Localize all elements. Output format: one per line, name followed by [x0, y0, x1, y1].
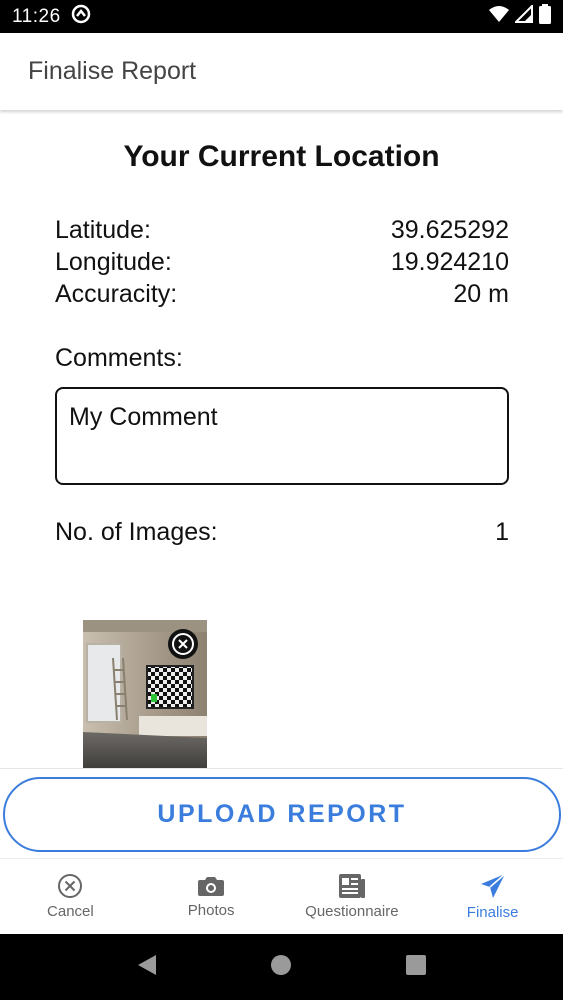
upload-report-button[interactable]: UPLOAD REPORT [3, 777, 561, 852]
location-heading: Your Current Location [123, 140, 440, 173]
remove-photo-button[interactable] [168, 629, 198, 659]
nav-label-questionnaire: Questionnaire [305, 903, 399, 920]
nav-label-cancel: Cancel [47, 903, 94, 920]
battery-icon [539, 4, 551, 29]
images-count-value: 1 [495, 518, 509, 546]
camera-icon [197, 874, 225, 898]
nav-item-cancel[interactable]: Cancel [0, 859, 141, 934]
nav-item-finalise[interactable]: Finalise [422, 859, 563, 934]
longitude-row: Longitude: 19.924210 [55, 248, 509, 277]
sync-status-icon [71, 4, 91, 29]
latitude-label: Latitude: [55, 216, 151, 244]
latitude-value: 39.625292 [390, 216, 509, 244]
upload-area: UPLOAD REPORT [0, 768, 563, 858]
nav-label-finalise: Finalise [466, 904, 519, 921]
nav-label-photos: Photos [187, 902, 235, 919]
home-icon[interactable] [270, 954, 292, 981]
send-icon [479, 872, 507, 900]
comments-label: Comments: [55, 344, 183, 372]
close-circle-icon [172, 633, 194, 655]
status-bar: 11:26 [0, 0, 563, 33]
status-time: 11:26 [12, 5, 61, 27]
recents-icon[interactable] [405, 954, 427, 981]
longitude-value: 19.924210 [390, 248, 509, 276]
back-icon[interactable] [136, 953, 158, 982]
accuracy-value: 20 m [453, 280, 509, 308]
app-bar: Finalise Report [0, 33, 563, 110]
images-count-label: No. of Images: [55, 518, 218, 546]
cancel-icon [57, 873, 83, 899]
latitude-row: Latitude: 39.625292 [55, 216, 509, 245]
newspaper-icon [338, 873, 366, 899]
bottom-nav: Cancel Photos Questionnaire Finalise [0, 858, 563, 934]
main-content[interactable]: Your Current Location Latitude: 39.62529… [0, 110, 563, 768]
system-nav-bar [0, 934, 563, 1000]
signal-icon [513, 3, 533, 28]
longitude-label: Longitude: [55, 248, 172, 276]
wifi-icon [489, 5, 509, 28]
nav-item-questionnaire[interactable]: Questionnaire [282, 859, 423, 934]
accuracy-label: Accuracity: [55, 280, 178, 308]
accuracy-row: Accuracity: 20 m [55, 280, 509, 309]
page-title: Finalise Report [28, 57, 197, 85]
comments-field[interactable]: My Comment [55, 387, 509, 485]
images-count-row: No. of Images: 1 [55, 518, 509, 547]
nav-item-photos[interactable]: Photos [141, 859, 282, 934]
